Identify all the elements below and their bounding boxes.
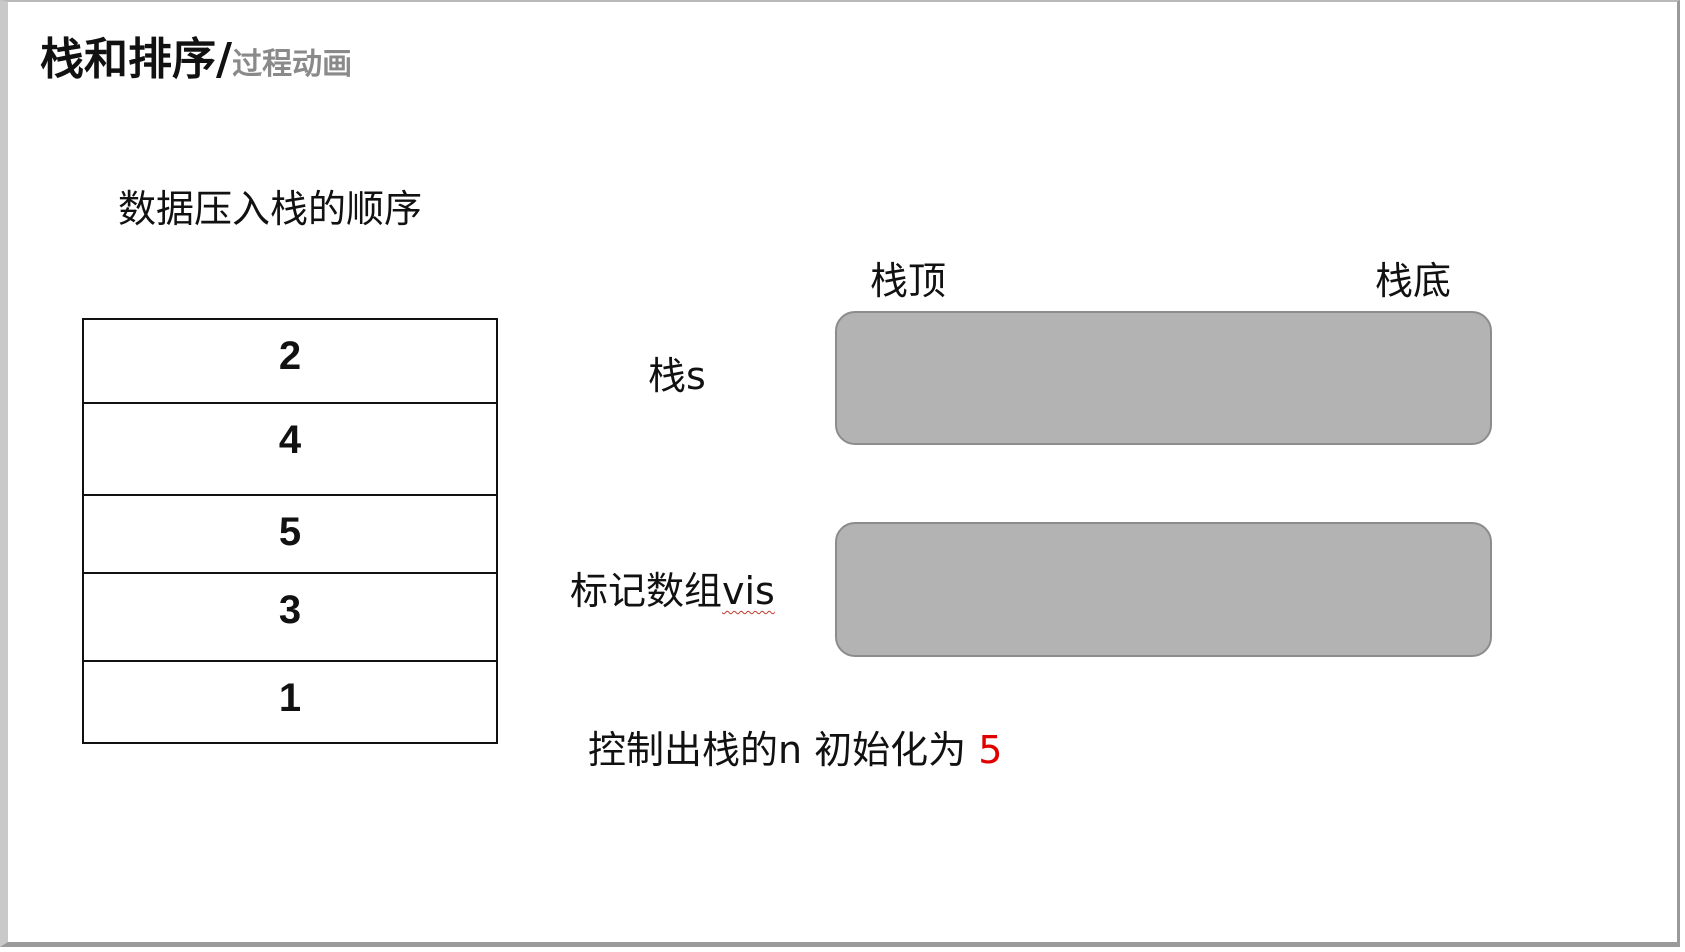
stack-bottom-label: 栈底	[1375, 259, 1452, 303]
stack-s-box	[835, 311, 1492, 445]
page-title: 栈和排序/过程动画	[40, 38, 352, 82]
control-note: 控制出栈的n 初始化为 5	[588, 731, 1002, 769]
push-order-caption: 数据压入栈的顺序	[118, 187, 423, 231]
push-order-cell: 1	[278, 676, 302, 720]
vis-array-box	[835, 522, 1492, 657]
stack-label: 栈s	[648, 354, 706, 398]
push-order-cell: 3	[84, 574, 496, 662]
push-order-cell: 5	[84, 496, 496, 574]
push-order-table: 2 4 5 3 1	[82, 318, 498, 744]
push-order-cell: 2	[84, 320, 496, 404]
vis-array-label: 标记数组vis	[570, 572, 775, 610]
stack-top-label: 栈顶	[870, 259, 947, 303]
control-text: 控制出栈的n 初始化为	[588, 728, 979, 772]
title-sub: 过程动画	[232, 47, 353, 82]
vis-label-var: vis	[722, 569, 775, 613]
control-value: 5	[978, 728, 1003, 772]
push-order-cell: 4	[84, 404, 496, 496]
vis-label-prefix: 标记数组	[570, 569, 723, 613]
title-main: 栈和排序/	[40, 34, 233, 85]
